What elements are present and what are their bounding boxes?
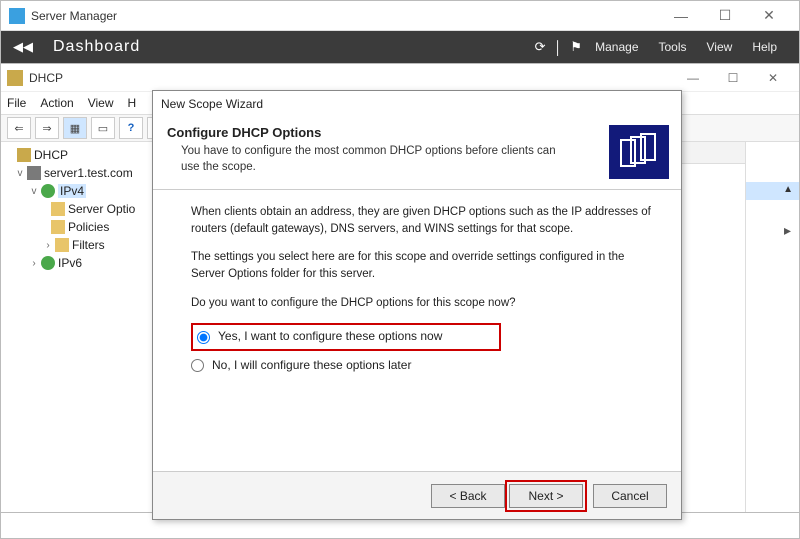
- tool-export-icon[interactable]: ▭: [91, 117, 115, 139]
- folder-icon: [51, 220, 65, 234]
- tool-fwd-icon[interactable]: ⇒: [35, 117, 59, 139]
- expander-icon[interactable]: v: [27, 186, 41, 197]
- actions-pane: ▲ ▸: [745, 142, 799, 512]
- wizard-window-title: New Scope Wizard: [161, 97, 263, 111]
- tool-help-icon[interactable]: ?: [119, 117, 143, 139]
- dhcp-minimize-button[interactable]: —: [673, 71, 713, 85]
- option-yes[interactable]: Yes, I want to configure these options n…: [191, 323, 501, 350]
- wizard-p1: When clients obtain an address, they are…: [191, 204, 655, 237]
- option-no[interactable]: No, I will configure these options later: [191, 357, 655, 374]
- option-yes-radio[interactable]: [197, 331, 210, 344]
- option-yes-label: Yes, I want to configure these options n…: [218, 328, 442, 345]
- wizard-subheading: You have to configure the most common DH…: [181, 144, 561, 175]
- tree-ipv4[interactable]: IPv4: [58, 184, 86, 198]
- dashboard-label: Dashboard: [53, 38, 140, 56]
- dhcp-close-button[interactable]: ✕: [753, 71, 793, 85]
- wizard-p3: Do you want to configure the DHCP option…: [191, 295, 655, 312]
- folder-icon: [55, 238, 69, 252]
- wizard-p2: The settings you select here are for thi…: [191, 249, 655, 282]
- wizard-footer: < Back Next > Cancel: [153, 471, 681, 519]
- wizard-glyph-icon: [609, 125, 669, 179]
- tool-back-icon[interactable]: ⇐: [7, 117, 31, 139]
- menu-view[interactable]: View: [88, 96, 114, 110]
- menu-help[interactable]: Help: [752, 40, 777, 54]
- expander-icon[interactable]: v: [13, 168, 27, 179]
- new-scope-wizard-dialog: New Scope Wizard Configure DHCP Options …: [152, 90, 682, 520]
- cancel-button[interactable]: Cancel: [593, 484, 667, 508]
- dhcp-node-icon: [17, 148, 31, 162]
- minimize-button[interactable]: —: [659, 2, 703, 30]
- tree-server-options[interactable]: Server Optio: [68, 202, 135, 216]
- close-button[interactable]: ✕: [747, 2, 791, 30]
- server-node-icon: [27, 166, 41, 180]
- dhcp-title: DHCP: [29, 71, 63, 85]
- tree-server[interactable]: server1.test.com: [44, 166, 133, 180]
- menu-view[interactable]: View: [707, 40, 733, 54]
- option-no-radio[interactable]: [191, 359, 204, 372]
- separator-icon: │: [549, 40, 567, 55]
- menu-h[interactable]: H: [128, 96, 137, 110]
- server-manager-icon: [9, 8, 25, 24]
- wizard-heading: Configure DHCP Options: [167, 125, 609, 140]
- option-no-label: No, I will configure these options later: [212, 357, 411, 374]
- tree-policies[interactable]: Policies: [68, 220, 109, 234]
- next-button-highlight: Next >: [505, 480, 587, 512]
- menu-manage[interactable]: Manage: [595, 40, 638, 54]
- dhcp-titlebar: DHCP — ☐ ✕: [1, 64, 799, 92]
- next-button[interactable]: Next >: [509, 484, 583, 508]
- wizard-body: When clients obtain an address, they are…: [153, 190, 681, 374]
- back-button[interactable]: < Back: [431, 484, 505, 508]
- wizard-titlebar: New Scope Wizard: [153, 91, 681, 117]
- expander-icon[interactable]: ›: [27, 258, 41, 269]
- nav-back-icon[interactable]: ◀◀: [13, 39, 33, 55]
- expander-icon[interactable]: ›: [41, 240, 55, 251]
- dhcp-maximize-button[interactable]: ☐: [713, 71, 753, 85]
- server-manager-ribbon: ◀◀ Dashboard ⟳ │ ⚑ Manage Tools View Hel…: [1, 31, 799, 63]
- ipv6-node-icon: [41, 256, 55, 270]
- collapse-arrow-icon[interactable]: ▲: [783, 184, 793, 195]
- server-manager-titlebar: Server Manager — ☐ ✕: [1, 1, 799, 31]
- tree-ipv6[interactable]: IPv6: [58, 256, 82, 270]
- tree-root[interactable]: DHCP: [34, 148, 68, 162]
- ipv4-node-icon: [41, 184, 55, 198]
- menu-action[interactable]: Action: [40, 96, 73, 110]
- menu-file[interactable]: File: [7, 96, 26, 110]
- tree-filters[interactable]: Filters: [72, 238, 105, 252]
- refresh-icon[interactable]: ⟳: [531, 39, 549, 55]
- wizard-header: Configure DHCP Options You have to confi…: [153, 117, 681, 190]
- folder-icon: [51, 202, 65, 216]
- menu-tools[interactable]: Tools: [659, 40, 687, 54]
- dhcp-icon: [7, 70, 23, 86]
- tool-list-icon[interactable]: ▦: [63, 117, 87, 139]
- more-actions-icon[interactable]: ▸: [784, 222, 791, 239]
- flag-icon[interactable]: ⚑: [567, 39, 585, 55]
- maximize-button[interactable]: ☐: [703, 2, 747, 30]
- server-manager-title: Server Manager: [31, 9, 117, 23]
